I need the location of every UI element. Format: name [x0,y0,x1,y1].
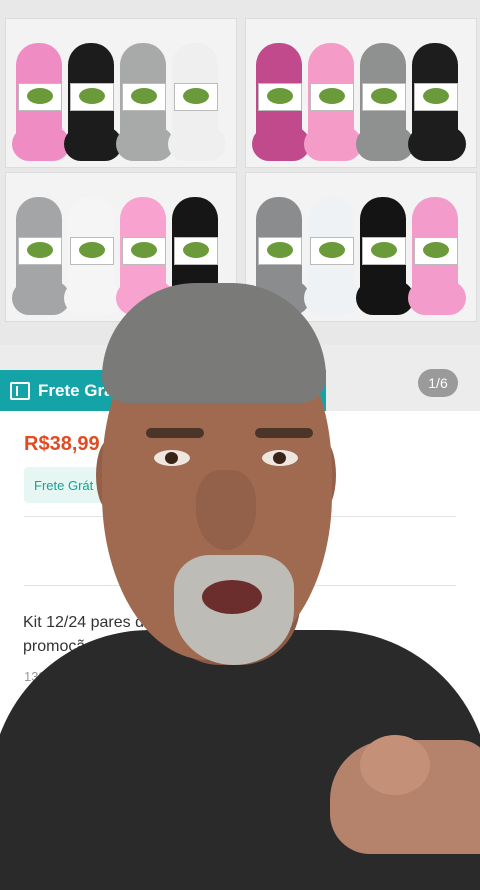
sock [408,197,466,315]
product-details: R$38,99 Frete Grát Kit 12/24 pares de cu… [0,411,480,854]
product-title[interactable]: Kit 12/24 pares de curto feminina promoç… [23,611,443,659]
sock [64,43,122,161]
sock [356,197,414,315]
product-photo-2 [245,18,477,168]
divider [24,585,456,586]
free-shipping-banner[interactable]: Frete Grá [0,370,326,411]
free-shipping-chip[interactable]: Frete Grát [24,467,174,503]
product-price: R$38,99 [24,433,100,455]
sock [304,197,362,315]
sold-count: 139 V [24,669,58,684]
product-photo-4 [245,172,477,322]
sock [116,197,174,315]
product-image-gallery[interactable] [0,0,480,345]
sock [252,43,310,161]
sock [356,43,414,161]
divider [24,516,456,517]
coupon-icon [10,381,30,400]
sock [64,197,122,315]
sock [168,197,226,315]
free-shipping-label: Frete Grá [38,380,114,400]
product-photo-1 [5,18,237,168]
image-counter: 1/6 [418,369,458,397]
sock [252,197,310,315]
sock [12,43,70,161]
product-title-line-1: Kit 12/24 pares de curto feminina [23,614,258,631]
sock [116,43,174,161]
sock [408,43,466,161]
sock [304,43,362,161]
sock [168,43,226,161]
sock [12,197,70,315]
product-title-line-2: promoção 36-40 [23,638,140,655]
product-photo-3 [5,172,237,322]
